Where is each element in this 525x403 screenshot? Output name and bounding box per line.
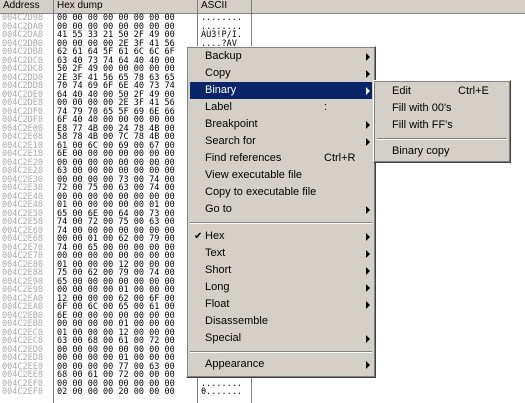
menu-item-disassemble[interactable]: Disassemble — [190, 313, 372, 330]
hex-cell: 62 61 64 5F 61 6C 6C 6F — [57, 47, 175, 57]
menu-item-go-to[interactable]: Go to — [190, 201, 372, 218]
menu-item-label[interactable]: Label: — [190, 99, 372, 116]
hex-column-header[interactable]: Hex dump — [54, 0, 198, 12]
address-cell: 004C2DF8 — [2, 115, 43, 125]
hex-cell: 00 00 00 00 01 00 00 00 — [57, 285, 175, 295]
hex-cell: 68 00 61 00 72 00 00 00 — [57, 370, 175, 380]
hex-cell: 70 74 69 6F 6E 40 73 74 — [57, 81, 175, 91]
hex-cell: 00 00 00 00 00 00 00 00 — [57, 13, 175, 23]
menu-item-long[interactable]: Long — [190, 279, 372, 296]
shortcut-label: Ctrl+R — [324, 152, 356, 164]
address-cell: 004C2DC8 — [2, 64, 43, 74]
submenu-item-fill-00[interactable]: Fill with 00's — [377, 100, 507, 117]
submenu-item-binary-copy[interactable]: Binary copy — [377, 143, 507, 160]
menu-item-view-executable-file[interactable]: View executable file — [190, 167, 372, 184]
context-menu: Backup Copy Binary Label: Breakpoint Sea… — [186, 46, 376, 378]
address-cell: 004C2E98 — [2, 285, 43, 295]
address-cell: 004C2E88 — [2, 268, 43, 278]
address-cell: 004C2E38 — [2, 183, 43, 193]
address-cell: 004C2DD8 — [2, 81, 43, 91]
hex-cell: 6E 00 00 00 00 00 00 00 — [57, 149, 175, 159]
address-cell: 004C2DB8 — [2, 47, 43, 57]
menu-item-search-for[interactable]: Search for — [190, 133, 372, 150]
column-header: Address Hex dump ASCII — [0, 0, 525, 14]
menu-separator — [190, 222, 372, 224]
menu-item-float[interactable]: Float — [190, 296, 372, 313]
address-cell: 004C2E78 — [2, 251, 43, 261]
menu-item-appearance[interactable]: Appearance — [190, 356, 372, 373]
dump-row[interactable]: 004C2DA8 41 55 33 21 50 2F 49 00 AU3!P/I. — [0, 30, 525, 40]
address-cell: 004C2E58 — [2, 217, 43, 227]
address-cell: 004C2EE8 — [2, 370, 43, 380]
address-cell: 004C2D98 — [2, 13, 43, 23]
address-cell: 004C2E18 — [2, 149, 43, 159]
hex-cell: 41 55 33 21 50 2F 49 00 — [57, 30, 175, 40]
menu-separator — [377, 138, 507, 140]
submenu-item-fill-ff[interactable]: Fill with FF's — [377, 117, 507, 134]
hex-cell: 63 00 00 00 00 00 00 00 — [57, 166, 175, 176]
menu-item-special[interactable]: Special — [190, 330, 372, 347]
menu-item-hex[interactable]: ✔ Hex — [190, 228, 372, 245]
menu-item-find-references[interactable]: Find references Ctrl+R — [190, 150, 372, 167]
address-cell: 004C2E08 — [2, 132, 43, 142]
address-cell: 004C2EC8 — [2, 336, 43, 346]
shortcut-label: Ctrl+E — [458, 85, 489, 97]
hex-cell: 00 00 01 00 62 00 79 00 — [57, 234, 175, 244]
address-column-header[interactable]: Address — [0, 0, 54, 12]
hex-cell: 63 00 68 00 61 00 72 00 — [57, 336, 175, 346]
hex-cell: 58 78 4B 00 7C 78 4B 00 — [57, 132, 175, 142]
menu-separator — [190, 351, 372, 353]
address-cell: 004C2EF8 — [2, 387, 43, 397]
hex-cell: 02 00 00 00 20 00 00 00 — [57, 387, 175, 397]
hex-cell: 00 00 00 00 01 00 00 00 — [57, 353, 175, 363]
dump-row[interactable]: 004C2D98 00 00 00 00 00 00 00 00........ — [0, 13, 525, 23]
address-cell: 004C2DE8 — [2, 98, 43, 108]
address-cell: 004C2EB8 — [2, 319, 43, 329]
menu-item-backup[interactable]: Backup — [190, 48, 372, 65]
menu-item-copy-to-executable-file[interactable]: Copy to executable file — [190, 184, 372, 201]
ascii-cell: ........ — [201, 13, 242, 23]
hex-cell: 00 00 00 00 01 00 00 00 — [57, 319, 175, 329]
menu-item-binary[interactable]: Binary — [190, 82, 372, 99]
menu-item-text[interactable]: Text — [190, 245, 372, 262]
hex-cell: 72 00 75 00 63 00 74 00 — [57, 183, 175, 193]
hex-cell: 74 00 72 00 75 00 63 00 — [57, 217, 175, 227]
ascii-cell: AU3!P/I. — [201, 30, 242, 40]
check-icon: ✔ — [194, 231, 203, 242]
address-cell: 004C2E28 — [2, 166, 43, 176]
hex-cell: 00 00 00 00 2E 3F 41 56 — [57, 98, 175, 108]
hex-cell: 50 2F 49 00 00 00 00 00 — [57, 64, 175, 74]
address-cell: 004C2E68 — [2, 234, 43, 244]
dump-row[interactable]: 004C2EF8 02 00 00 00 20 00 00 00 θ....... — [0, 387, 525, 397]
ascii-column-header[interactable]: ASCII — [198, 0, 252, 12]
address-cell: 004C2EA8 — [2, 302, 43, 312]
ascii-cell: θ....... — [201, 387, 242, 397]
hex-cell: 6F 40 40 00 00 00 00 00 — [57, 115, 175, 125]
hex-cell: 00 00 00 00 00 00 00 00 — [57, 251, 175, 261]
menu-item-short[interactable]: Short — [190, 262, 372, 279]
shortcut-label: : — [324, 101, 328, 113]
hex-cell: 01 00 00 00 00 00 01 00 — [57, 200, 175, 210]
submenu-item-edit[interactable]: Edit Ctrl+E — [377, 83, 507, 100]
address-cell: 004C2ED8 — [2, 353, 43, 363]
hex-cell: 6F 00 6C 00 65 00 61 00 — [57, 302, 175, 312]
menu-item-copy[interactable]: Copy — [190, 65, 372, 82]
address-cell: 004C2E48 — [2, 200, 43, 210]
hex-cell: 75 00 62 00 79 00 74 00 — [57, 268, 175, 278]
menu-item-breakpoint[interactable]: Breakpoint — [190, 116, 372, 133]
binary-submenu: Edit Ctrl+E Fill with 00's Fill with FF's… — [373, 80, 511, 163]
address-cell: 004C2DA8 — [2, 30, 43, 40]
